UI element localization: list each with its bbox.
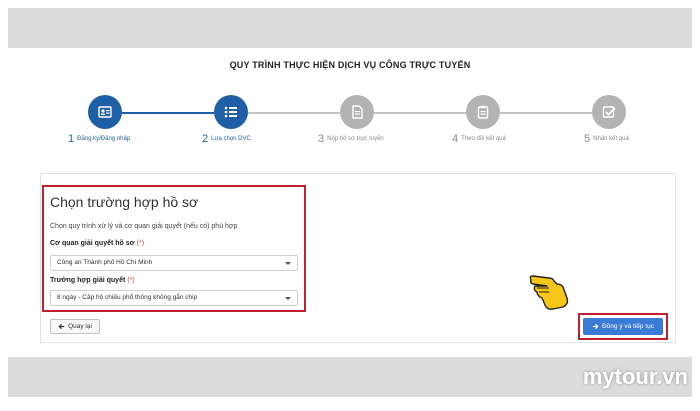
- document-icon: [352, 105, 363, 119]
- agency-label: Cơ quan giải quyết hồ sơ (*): [50, 240, 144, 247]
- step-1-number: 1: [68, 133, 75, 145]
- hand-pointer-icon: [529, 275, 569, 310]
- case-select-value: 8 ngày - Cấp hộ chiếu phổ thông không gắ…: [57, 294, 198, 301]
- case-select[interactable]: 8 ngày - Cấp hộ chiếu phổ thông không gắ…: [50, 290, 298, 306]
- step-3-label: 3 Nộp hồ sơ trực tuyến: [318, 133, 384, 145]
- chevron-down-icon: [285, 297, 291, 300]
- step-connector-3: [374, 112, 466, 114]
- check-icon: [602, 106, 616, 118]
- agree-continue-button[interactable]: Đồng ý và tiếp tục: [583, 318, 663, 335]
- case-label: Trường hợp giải quyết (*): [50, 277, 135, 284]
- page-title: QUY TRÌNH THỰC HIỆN DỊCH VỤ CÔNG TRỰC TU…: [229, 60, 471, 70]
- agency-select-value: Công an Thành phố Hồ Chí Minh: [57, 259, 153, 266]
- back-button[interactable]: Quay lại: [50, 319, 100, 334]
- step-2-circle[interactable]: [214, 95, 248, 129]
- id-card-icon: [98, 106, 112, 118]
- step-connector-4: [500, 112, 592, 114]
- step-1-label: 1 Đăng ký/Đăng nhập: [68, 133, 130, 145]
- step-5-text: Nhận kết quả: [593, 136, 629, 142]
- step-connector-1: [122, 112, 214, 114]
- step-4-text: Theo dõi kết quả: [461, 136, 506, 142]
- arrow-right-icon: [592, 323, 599, 330]
- required-marker: (*): [136, 240, 145, 247]
- step-1-circle[interactable]: [88, 95, 122, 129]
- step-3-circle[interactable]: [340, 95, 374, 129]
- step-2-text: Lựa chọn DVC: [211, 136, 251, 142]
- chevron-down-icon: [285, 262, 291, 265]
- step-5-number: 5: [584, 133, 591, 145]
- clipboard-icon: [477, 105, 489, 119]
- form-description: Chọn quy trình xử lý và cơ quan giải quy…: [50, 223, 238, 230]
- back-button-label: Quay lại: [68, 323, 92, 330]
- step-connector-2: [248, 112, 340, 114]
- agency-select[interactable]: Công an Thành phố Hồ Chí Minh: [50, 255, 298, 271]
- step-5-circle[interactable]: [592, 95, 626, 129]
- step-4-label: 4 Theo dõi kết quả: [452, 133, 506, 145]
- step-2-label: 2 Lựa chọn DVC: [202, 133, 251, 145]
- agree-button-label: Đồng ý và tiếp tục: [601, 323, 655, 330]
- step-5-label: 5 Nhận kết quả: [584, 133, 629, 145]
- list-icon: [224, 106, 237, 118]
- case-label-text: Trường hợp giải quyết: [50, 277, 126, 284]
- step-2-number: 2: [202, 133, 209, 145]
- agency-label-text: Cơ quan giải quyết hồ sơ: [50, 240, 135, 247]
- step-4-number: 4: [452, 133, 459, 145]
- top-gray-band: [8, 8, 692, 48]
- progress-stepper: 1 Đăng ký/Đăng nhập 2 Lựa chọn DVC 3 Nộp hồ…: [0, 95, 700, 155]
- arrow-left-icon: [58, 323, 65, 330]
- step-3-text: Nộp hồ sơ trực tuyến: [327, 136, 384, 142]
- watermark-text: mytour.vn: [582, 364, 688, 389]
- step-1-text: Đăng ký/Đăng nhập: [77, 136, 131, 142]
- required-marker: (*): [127, 277, 135, 284]
- form-title: Chọn trường hợp hồ sơ: [50, 194, 199, 210]
- step-4-circle[interactable]: [466, 95, 500, 129]
- step-3-number: 3: [318, 133, 325, 145]
